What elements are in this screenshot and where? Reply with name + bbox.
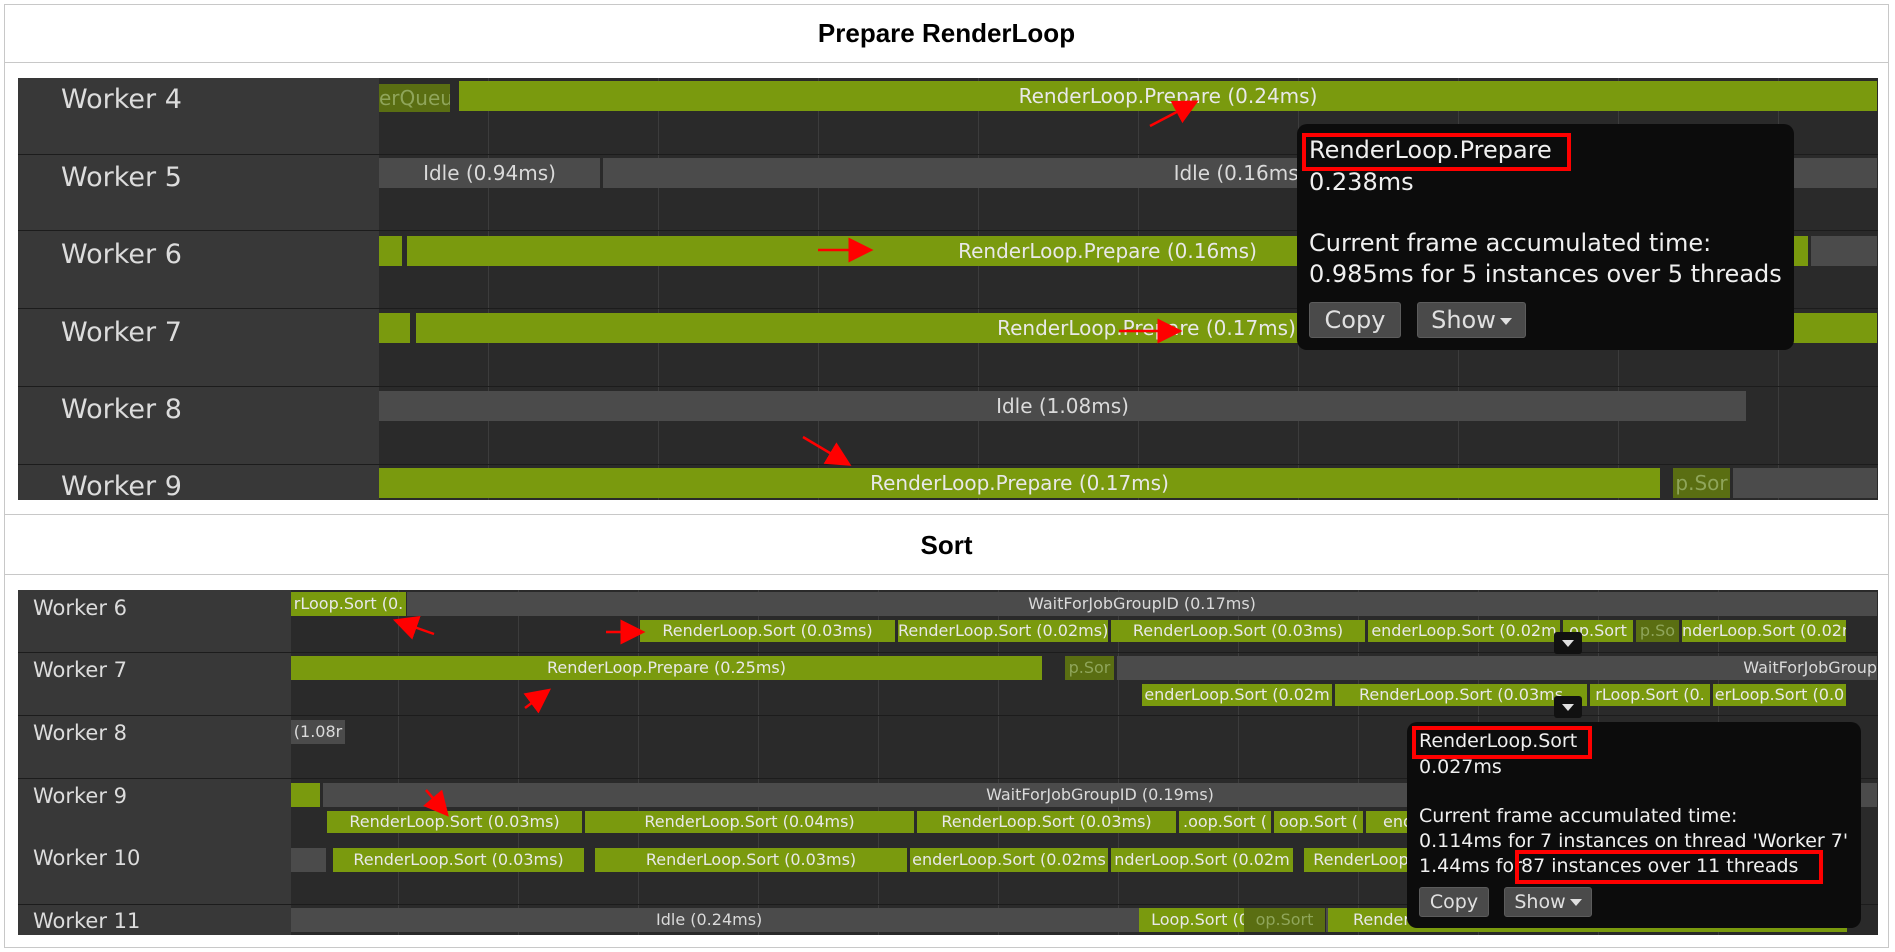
red-arrow-icon bbox=[392, 616, 435, 640]
red-arrow-icon bbox=[423, 789, 449, 817]
red-arrow-icon bbox=[1149, 100, 1199, 128]
annotation-layer bbox=[392, 100, 1199, 817]
red-arrow-icon bbox=[523, 688, 551, 714]
red-arrow-icon bbox=[802, 435, 852, 466]
